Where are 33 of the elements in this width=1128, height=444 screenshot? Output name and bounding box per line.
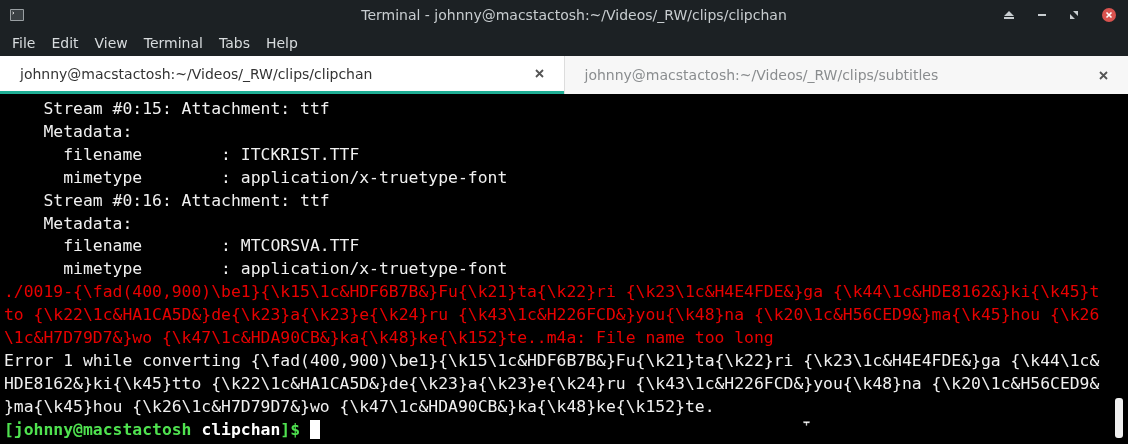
menu-item[interactable]: File	[4, 35, 44, 51]
output-line: mimetype : application/x-truetype-font	[62, 258, 509, 281]
output-line: Metadata:	[42, 212, 134, 235]
prompt-user-host: [johnny@macstactosh	[4, 419, 192, 439]
menu-item[interactable]: View	[86, 35, 136, 51]
output-line: }ma{\k45}hou {\k26\1c&H7D79D7&}wo {\k47\1c&HDA90CB&}ka{\k48}ke{\k152}te.	[4, 395, 716, 418]
keep-above-icon[interactable]	[1004, 11, 1014, 19]
terminal-icon	[10, 9, 24, 21]
close-tab-icon[interactable]	[1099, 70, 1108, 80]
output-line: Stream #0:15: Attachment: ttf	[42, 98, 331, 120]
menu-item[interactable]: Edit	[43, 35, 87, 51]
prompt-symbol: ]$	[280, 419, 301, 439]
close-tab-icon[interactable]	[534, 69, 544, 78]
output-line: HDE8162&}ki{\k45}tto {\k22\1c&HA1CA5D&}de{\k23}a{\k23}e{\k24}ru {\k43\1c&H226FCD&}you{\k48}na {\k20\1c&H56CED9&	[4, 372, 1101, 395]
maximize-icon[interactable]	[1070, 11, 1078, 19]
output-line: filename : ITCKRIST.TTF	[62, 143, 361, 166]
text-cursor	[309, 419, 320, 439]
error-output-line: to {\k22\1c&HA1CA5D&}de{\k23}a{\k23}e{\k24}ru {\k43\1c&H226FCD&}you{\k48}na {\k20\1c&H56CED9&}ma{\k45}hou {\k26	[4, 304, 1101, 327]
output-line: Stream #0:16: Attachment: ttf	[42, 189, 331, 212]
prompt-directory: clipchan	[201, 419, 281, 439]
terminal-tab[interactable]: johnny@macstactosh:~/Videos/_RW/clips/clipchan	[0, 56, 564, 94]
window-title: Terminal - johnny@macstactosh:~/Videos/_RW/clips/clipchan	[360, 7, 788, 23]
output-line: mimetype : application/x-truetype-font	[62, 166, 509, 189]
output-line: Error 1 while converting {\fad(400,900)\be1}{\k15\1c&HDF6B7B&}Fu{\k21}ta{\k22}ri {\k23\1c&H4E4FDE&}ga {\k44\1c&	[4, 349, 1101, 372]
menu-item[interactable]: Terminal	[135, 35, 211, 51]
menu-item[interactable]: Help	[257, 35, 306, 51]
error-output-line: ./0019-{\fad(400,900)\be1}{\k15\1c&HDF6B7B&}Fu{\k21}ta{\k22}ri {\k23\1c&H4E4FDE&}ga {\k44\1c&HDE8162&}ki{\k45}t	[4, 281, 1101, 304]
output-line: filename : MTCORSVA.TTF	[62, 235, 361, 258]
mouse-pointer-icon	[803, 421, 810, 426]
close-icon[interactable]	[1102, 8, 1116, 22]
menu-item[interactable]: Tabs	[210, 35, 258, 51]
error-output-line: \1c&H7D79D7&}wo {\k47\1c&HDA90CB&}ka{\k48}ke{\k152}te..m4a: File name too long	[4, 327, 775, 350]
output-line: Metadata:	[42, 120, 134, 143]
